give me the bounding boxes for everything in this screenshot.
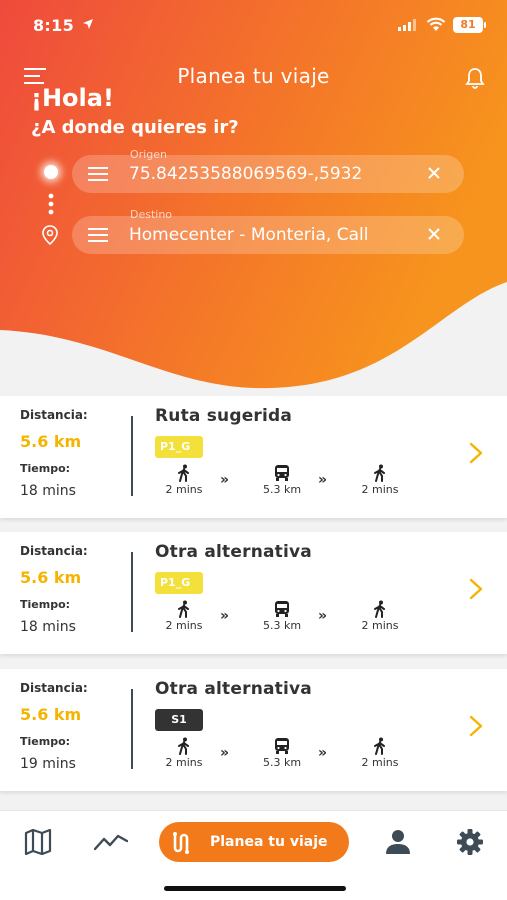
origin-field[interactable]: 5932,-75.84253588069569 bbox=[72, 155, 464, 193]
time-value: 18 mins bbox=[20, 483, 76, 499]
segment-text: 2 mins bbox=[165, 756, 203, 769]
drag-handle-icon[interactable] bbox=[88, 167, 108, 181]
time-value: 19 mins bbox=[20, 756, 76, 772]
segment-text: 2 mins bbox=[361, 619, 399, 632]
card-divider bbox=[131, 689, 133, 769]
segment-separator: » bbox=[220, 472, 230, 488]
signal-icon bbox=[398, 19, 416, 31]
header bbox=[0, 0, 507, 400]
bus-segment: 5.3 km bbox=[252, 600, 312, 632]
chevron-right-icon[interactable] bbox=[468, 578, 484, 600]
greeting: ¡Hola! bbox=[31, 84, 114, 112]
walk-segment: 2 mins bbox=[350, 737, 410, 769]
walk-icon bbox=[178, 464, 189, 482]
distance-label: Distancia: bbox=[20, 681, 88, 695]
distance-label: Distancia: bbox=[20, 408, 88, 422]
walk-icon bbox=[178, 737, 189, 755]
location-arrow-icon bbox=[83, 19, 93, 29]
route-card[interactable]: Distancia: 5.6 km Tiempo: 18 mins Otra a… bbox=[0, 532, 507, 654]
segment-text: 5.3 km bbox=[262, 756, 302, 769]
chevron-right-icon[interactable] bbox=[468, 442, 484, 464]
walk-segment: 2 mins bbox=[154, 464, 214, 496]
segment-separator: » bbox=[220, 745, 230, 761]
time-label: Tiempo: bbox=[20, 462, 71, 475]
card-divider bbox=[131, 552, 133, 632]
walk-segment: 2 mins bbox=[154, 737, 214, 769]
walk-icon bbox=[374, 600, 385, 618]
settings-icon[interactable] bbox=[456, 828, 484, 856]
route-title: Otra alternativa bbox=[155, 542, 312, 562]
segment-text: 2 mins bbox=[165, 483, 203, 496]
time-value: 18 mins bbox=[20, 619, 76, 635]
destination-pin-icon bbox=[42, 225, 58, 245]
route-badge: P1_G bbox=[155, 436, 203, 458]
destination-value[interactable]: Homecenter - Monteria, Call bbox=[129, 225, 409, 245]
route-dots-icon bbox=[48, 193, 54, 215]
segment-separator: » bbox=[318, 472, 328, 488]
destination-field[interactable]: Homecenter - Monteria, Call bbox=[72, 216, 464, 254]
card-divider bbox=[131, 416, 133, 496]
walk-icon bbox=[374, 464, 385, 482]
plan-trip-button[interactable]: Planea tu viaje bbox=[159, 822, 349, 862]
walk-segment: 2 mins bbox=[350, 600, 410, 632]
segment-text: 5.3 km bbox=[262, 619, 302, 632]
map-icon[interactable] bbox=[24, 829, 52, 855]
segment-text: 2 mins bbox=[361, 756, 399, 769]
clear-origin-icon[interactable] bbox=[427, 166, 441, 180]
chart-icon[interactable] bbox=[94, 833, 128, 851]
distance-value: 5.6 km bbox=[20, 432, 82, 451]
route-badge: P1_G bbox=[155, 572, 203, 594]
segment-text: 5.3 km bbox=[262, 483, 302, 496]
profile-icon[interactable] bbox=[384, 829, 412, 855]
status-time: 8:15 bbox=[33, 16, 74, 35]
route-title: Otra alternativa bbox=[155, 679, 312, 699]
segment-text: 2 mins bbox=[165, 619, 203, 632]
distance-label: Distancia: bbox=[20, 544, 88, 558]
drag-handle-icon[interactable] bbox=[88, 228, 108, 242]
bus-icon bbox=[275, 601, 289, 617]
segment-text: 2 mins bbox=[361, 483, 399, 496]
distance-value: 5.6 km bbox=[20, 568, 82, 587]
time-label: Tiempo: bbox=[20, 735, 71, 748]
chevron-right-icon[interactable] bbox=[468, 715, 484, 737]
bus-icon bbox=[275, 465, 289, 481]
segment-separator: » bbox=[220, 608, 230, 624]
plan-trip-label: Planea tu viaje bbox=[210, 834, 328, 850]
route-title: Ruta sugerida bbox=[155, 406, 293, 426]
route-icon bbox=[173, 832, 189, 854]
bus-segment: 5.3 km bbox=[252, 737, 312, 769]
wifi-icon bbox=[426, 17, 446, 31]
walk-icon bbox=[374, 737, 385, 755]
distance-value: 5.6 km bbox=[20, 705, 82, 724]
bus-segment: 5.3 km bbox=[252, 464, 312, 496]
walk-icon bbox=[178, 600, 189, 618]
origin-value[interactable]: 5932,-75.84253588069569 bbox=[129, 164, 409, 184]
origin-dot-icon bbox=[44, 165, 58, 179]
walk-segment: 2 mins bbox=[350, 464, 410, 496]
route-badge: S1 bbox=[155, 709, 203, 731]
clear-destination-icon[interactable] bbox=[427, 227, 441, 241]
route-card[interactable]: Distancia: 5.6 km Tiempo: 19 mins Otra a… bbox=[0, 669, 507, 791]
time-label: Tiempo: bbox=[20, 598, 71, 611]
bus-icon bbox=[275, 738, 289, 754]
bell-icon[interactable] bbox=[463, 66, 487, 90]
segment-separator: » bbox=[318, 745, 328, 761]
route-card[interactable]: Distancia: 5.6 km Tiempo: 18 mins Ruta s… bbox=[0, 396, 507, 518]
walk-segment: 2 mins bbox=[154, 600, 214, 632]
battery-tip bbox=[484, 22, 486, 28]
battery-icon: 81 bbox=[453, 17, 483, 33]
segment-separator: » bbox=[318, 608, 328, 624]
home-indicator bbox=[164, 886, 346, 891]
question-text: ¿A donde quieres ir? bbox=[31, 117, 239, 138]
status-bar: 8:15 81 bbox=[0, 0, 507, 50]
